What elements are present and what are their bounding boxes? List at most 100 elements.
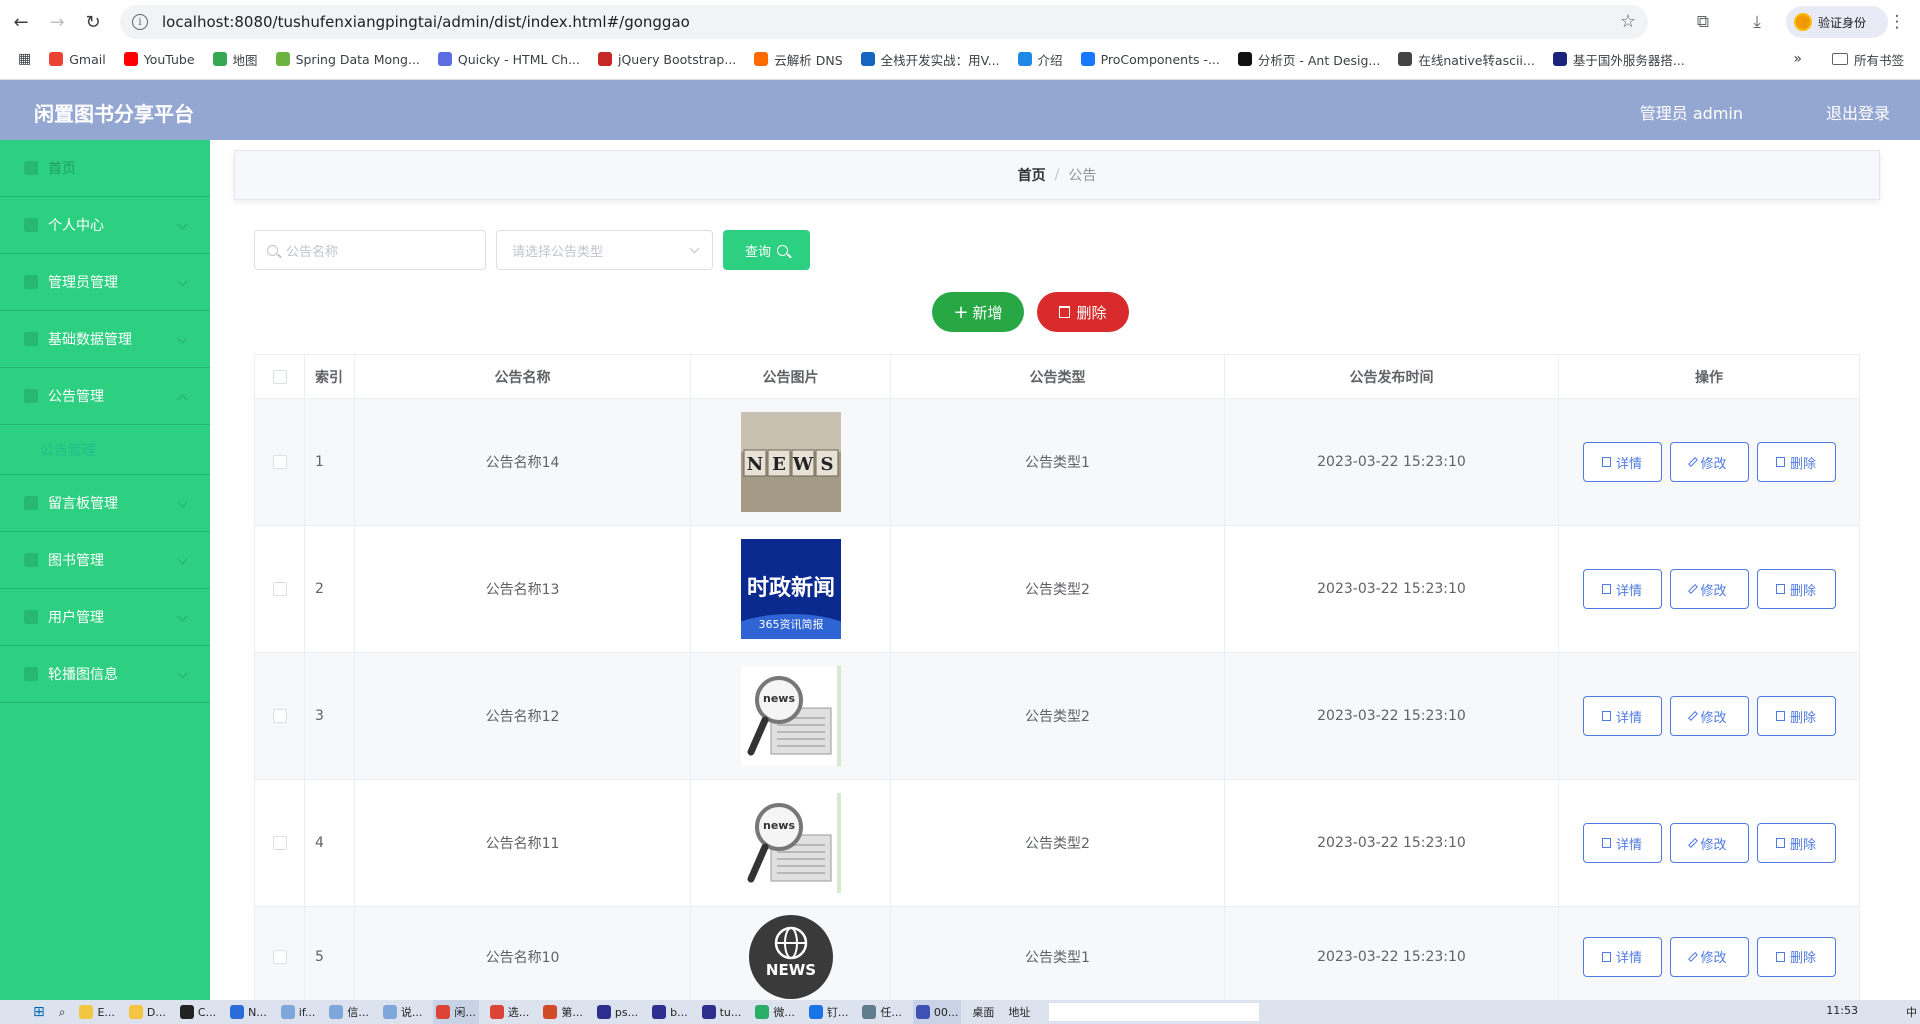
taskbar-app[interactable]: 任... [859,1000,905,1024]
sidebar-item-admins[interactable]: 管理员管理 [0,254,210,311]
taskbar-app[interactable]: if... [278,1000,319,1024]
bookmark-item[interactable]: Spring Data Mong... [275,50,420,69]
row-checkbox[interactable] [272,455,287,469]
windows-start-icon[interactable]: ⊞ [30,1000,48,1024]
sidebar-item-basedata[interactable]: 基础数据管理 [0,311,210,368]
site-info-icon[interactable]: i [132,14,148,30]
sidebar-item-users[interactable]: 用户管理 [0,589,210,646]
select-all-checkbox[interactable] [272,369,287,384]
add-button[interactable]: + 新增 [932,292,1024,332]
bookmark-item[interactable]: Quicky - HTML Ch... [437,50,580,69]
bookmark-item[interactable]: 基于国外服务器搭... [1552,50,1685,69]
delete-button[interactable]: 删除 [1756,696,1836,736]
bookmark-item[interactable]: ProComponents -... [1080,50,1220,69]
bookmark-item[interactable]: YouTube [123,50,195,69]
taskbar-app[interactable]: 第... [540,1000,586,1024]
row-checkbox[interactable] [272,836,287,850]
more-bookmarks-icon[interactable]: » [1793,51,1802,67]
sidebar-item-carousel[interactable]: 轮播图信息 [0,646,210,703]
taskbar-app[interactable]: 00... [912,1000,962,1024]
sidebar-item-home[interactable]: 首页 [0,140,210,197]
row-checkbox[interactable] [272,582,287,596]
bookmark-item[interactable]: 全栈开发实战：用V... [860,50,1000,69]
sidebar-item-label: 公告管理 [48,389,104,405]
home-icon [24,161,38,175]
taskbar-app[interactable]: 钉... [806,1000,852,1024]
verify-identity-button[interactable]: 验证身份 [1786,6,1888,38]
sidebar-subitem-notice-manage[interactable]: 公告管理 [0,425,210,475]
taskbar-app[interactable]: 信... [326,1000,372,1024]
sidebar-item-notice[interactable]: 公告管理 [0,368,210,425]
bookmark-item[interactable]: 云解析 DNS [754,50,843,69]
taskbar-app[interactable]: N... [227,1000,270,1024]
notice-type-select[interactable]: 请选择公告类型 [496,230,713,270]
edit-button[interactable]: 修改 [1669,442,1749,482]
bookmark-item[interactable]: 分析页 - Ant Desig... [1237,50,1380,69]
taskbar-app[interactable]: 闲... [433,1000,479,1024]
bookmark-item[interactable]: jQuery Bootstrap... [598,50,736,69]
bookmark-item[interactable]: 介绍 [1017,50,1063,69]
taskbar-app[interactable]: 微... [752,1000,798,1024]
batch-delete-button[interactable]: 删除 [1037,292,1129,332]
row-index: 5 [305,907,355,1006]
edit-button[interactable]: 修改 [1669,936,1749,977]
detail-button[interactable]: 详情 [1582,442,1662,482]
bookmark-item[interactable]: 地图 [212,50,258,69]
edit-button[interactable]: 修改 [1669,569,1749,609]
taskbar-app[interactable]: tu... [699,1000,745,1024]
bookmark-item[interactable]: Gmail [49,50,106,69]
detail-button[interactable]: 详情 [1582,823,1662,863]
sidebar-item-message-board[interactable]: 留言板管理 [0,475,210,532]
back-icon[interactable]: ← [8,9,34,35]
app-icon [436,1005,451,1019]
delete-button[interactable]: 删除 [1756,569,1836,609]
reload-icon[interactable]: ↻ [80,9,106,35]
download-icon[interactable]: ⤓ [1744,9,1770,35]
breadcrumb-home[interactable]: 首页 [1018,165,1046,185]
app-icon [808,1005,823,1019]
table-row: 3 公告名称12 news 公告类型2 2023-03-22 15:23:10 详情 修改 删… [255,653,1859,780]
edit-button[interactable]: 修改 [1669,823,1749,863]
taskbar-app[interactable]: ps... [594,1000,641,1024]
sidebar-item-books[interactable]: 图书管理 [0,532,210,589]
apps-grid-icon[interactable]: ▦ [18,51,31,67]
notice-name-search-input[interactable]: 公告名称 [254,230,486,270]
address-bar[interactable]: i localhost:8080/tushufenxiangpingtai/ad… [120,5,1648,39]
query-button[interactable]: 查询 [723,230,810,270]
detail-button[interactable]: 详情 [1582,936,1662,977]
forward-icon[interactable]: → [44,9,70,35]
taskbar-app[interactable]: C... [177,1000,219,1024]
bookmark-item[interactable]: 在线native转ascii... [1398,50,1535,69]
logout-link[interactable]: 退出登录 [1826,100,1890,124]
detail-button[interactable]: 详情 [1582,569,1662,609]
edit-button[interactable]: 修改 [1669,696,1749,736]
row-notice-name: 公告名称11 [355,780,691,906]
taskbar-search-icon[interactable]: ⌕ [56,1000,69,1024]
row-checkbox[interactable] [272,709,287,723]
delete-button[interactable]: 删除 [1756,442,1836,482]
row-select-cell [255,780,305,906]
admin-user-label[interactable]: 管理员 admin [1640,100,1743,124]
extensions-icon[interactable]: ⧉ [1690,9,1716,35]
taskbar-app[interactable]: E... [76,1000,117,1024]
delete-button[interactable]: 删除 [1756,823,1836,863]
bookmark-star-icon[interactable]: ☆ [1620,11,1636,32]
row-checkbox[interactable] [272,949,287,964]
delete-button-label: 删除 [1789,456,1816,472]
url-text[interactable]: localhost:8080/tushufenxiangpingtai/admi… [162,13,690,31]
ime-indicator[interactable]: 中 [1903,1000,1920,1024]
all-bookmarks[interactable]: 所有书签 [1854,50,1904,69]
taskbar-address-input[interactable] [1049,1003,1260,1021]
detail-button[interactable]: 详情 [1582,696,1662,736]
sidebar-item-profile[interactable]: 个人中心 [0,197,210,254]
desktop-label[interactable]: 桌面 [969,1000,997,1024]
taskbar-app[interactable]: 选... [487,1000,533,1024]
delete-button[interactable]: 删除 [1756,936,1836,977]
bookmark-favicon-icon [754,52,769,66]
taskbar-app[interactable]: D... [126,1000,169,1024]
delete-button-label: 删除 [1789,837,1816,853]
app-icon [179,1005,194,1019]
taskbar-app[interactable]: b... [649,1000,690,1024]
menu-kebab-icon[interactable]: ⋮ [1884,9,1910,35]
taskbar-app[interactable]: 说... [380,1000,426,1024]
